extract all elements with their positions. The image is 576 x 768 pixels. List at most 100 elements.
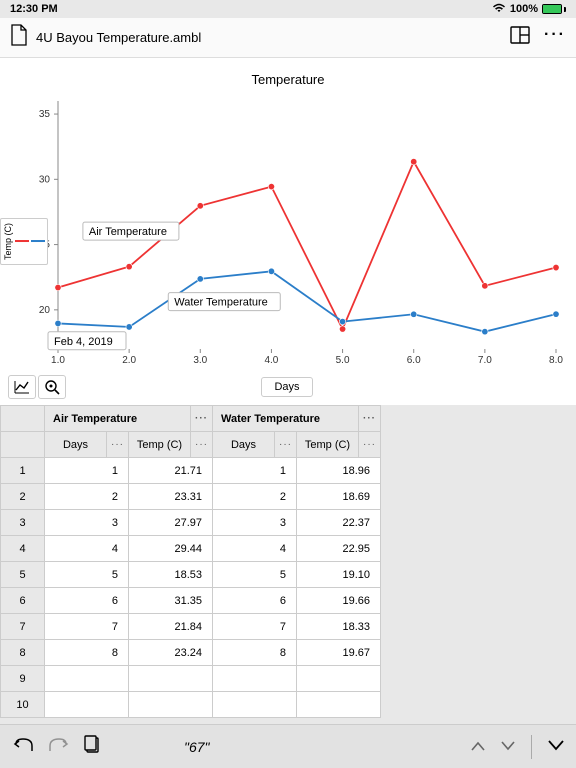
cell-air-temp[interactable]: 23.24 [129,640,213,666]
filename: 4U Bayou Temperature.ambl [36,30,502,45]
collapse-button[interactable] [548,738,564,756]
cell-water-temp[interactable]: 22.37 [297,510,381,536]
table-row[interactable]: 5518.53519.10 [1,562,381,588]
cell-water-days[interactable]: 3 [213,510,297,536]
cell-water-days[interactable]: 7 [213,614,297,640]
row-number: 1 [1,458,45,484]
cell-air-days[interactable]: 1 [45,458,129,484]
svg-text:4.0: 4.0 [264,355,278,366]
chart-area: Temperature 202530351.02.03.04.05.06.07.… [0,58,576,375]
cell-water-temp[interactable]: 19.66 [297,588,381,614]
table-row[interactable]: 9 [1,666,381,692]
table-row[interactable]: 6631.35619.66 [1,588,381,614]
cell-air-days[interactable]: 7 [45,614,129,640]
col-menu-air[interactable]: ··· [191,406,213,432]
cell-water-days[interactable] [213,666,297,692]
cell-water-temp[interactable]: 18.69 [297,484,381,510]
table-row[interactable]: 10 [1,692,381,718]
cell-air-days[interactable]: 8 [45,640,129,666]
data-table-wrap: Air Temperature ··· Water Temperature ··… [0,405,576,718]
cell-air-temp[interactable] [129,666,213,692]
redo-button[interactable] [48,736,70,757]
svg-text:2.0: 2.0 [122,355,136,366]
table-row[interactable]: 2223.31218.69 [1,484,381,510]
cell-air-temp[interactable]: 31.35 [129,588,213,614]
status-right: 100% [492,3,566,16]
row-number: 2 [1,484,45,510]
table-row[interactable]: 3327.97322.37 [1,510,381,536]
row-number: 4 [1,536,45,562]
col-air-temp[interactable]: Temp (C) [129,432,191,458]
clipboard-button[interactable] [84,735,100,758]
cell-air-temp[interactable]: 21.84 [129,614,213,640]
svg-text:7.0: 7.0 [478,355,492,366]
cell-air-temp[interactable]: 21.71 [129,458,213,484]
cell-water-temp[interactable]: 18.33 [297,614,381,640]
table-row[interactable]: 7721.84718.33 [1,614,381,640]
col-group-air[interactable]: Air Temperature [45,406,191,432]
next-result-button[interactable] [501,738,515,756]
row-number: 10 [1,692,45,718]
cell-water-days[interactable]: 6 [213,588,297,614]
svg-text:1.0: 1.0 [51,355,65,366]
cell-air-days[interactable]: 2 [45,484,129,510]
cell-water-temp[interactable] [297,692,381,718]
svg-text:Air Temperature: Air Temperature [89,226,167,238]
cell-water-days[interactable] [213,692,297,718]
search-term[interactable]: "67" [184,739,210,755]
svg-text:Feb 4, 2019: Feb 4, 2019 [54,336,113,348]
cell-air-days[interactable] [45,666,129,692]
table-row[interactable]: 4429.44422.95 [1,536,381,562]
cell-water-days[interactable]: 2 [213,484,297,510]
svg-text:3.0: 3.0 [193,355,207,366]
cell-water-temp[interactable] [297,666,381,692]
y-axis-legend[interactable]: Temp (C) [0,218,48,265]
row-number: 6 [1,588,45,614]
col-group-water[interactable]: Water Temperature [213,406,359,432]
prev-result-button[interactable] [471,738,485,756]
cell-air-days[interactable]: 4 [45,536,129,562]
cell-air-temp[interactable] [129,692,213,718]
col-air-days[interactable]: Days [45,432,107,458]
x-axis-label-button[interactable]: Days [261,377,312,397]
cell-water-temp[interactable]: 19.10 [297,562,381,588]
cell-air-temp[interactable]: 27.97 [129,510,213,536]
cell-water-days[interactable]: 1 [213,458,297,484]
cell-air-days[interactable]: 6 [45,588,129,614]
cell-water-temp[interactable]: 19.67 [297,640,381,666]
cell-air-days[interactable]: 3 [45,510,129,536]
row-number: 9 [1,666,45,692]
cell-air-temp[interactable]: 23.31 [129,484,213,510]
wifi-icon [492,3,506,16]
cell-water-days[interactable]: 4 [213,536,297,562]
cell-water-days[interactable]: 8 [213,640,297,666]
col-water-temp[interactable]: Temp (C) [297,432,359,458]
undo-button[interactable] [12,736,34,757]
cell-air-days[interactable] [45,692,129,718]
col-water-days[interactable]: Days [213,432,275,458]
zoom-button[interactable] [38,375,66,399]
chart-toolbar: Days [0,375,576,405]
cell-water-days[interactable]: 5 [213,562,297,588]
table-row[interactable]: 1121.71118.96 [1,458,381,484]
battery-percent: 100% [510,3,538,15]
chart-title: Temperature [10,68,566,91]
cell-water-temp[interactable]: 18.96 [297,458,381,484]
bottom-bar: "67" [0,724,576,768]
chart-type-button[interactable] [8,375,36,399]
status-bar: 12:30 PM 100% [0,0,576,18]
layout-icon[interactable] [510,26,530,49]
cell-air-days[interactable]: 5 [45,562,129,588]
file-icon[interactable] [10,24,28,51]
cell-water-temp[interactable]: 22.95 [297,536,381,562]
status-time: 12:30 PM [10,3,58,15]
toolbar: 4U Bayou Temperature.ambl ··· [0,18,576,58]
row-number: 8 [1,640,45,666]
cell-air-temp[interactable]: 29.44 [129,536,213,562]
table-row[interactable]: 8823.24819.67 [1,640,381,666]
cell-air-temp[interactable]: 18.53 [129,562,213,588]
col-menu-water[interactable]: ··· [359,406,381,432]
more-icon[interactable]: ··· [544,26,566,49]
data-table[interactable]: Air Temperature ··· Water Temperature ··… [0,405,381,718]
chart-plot[interactable]: 202530351.02.03.04.05.06.07.08.0Air Temp… [10,91,566,371]
